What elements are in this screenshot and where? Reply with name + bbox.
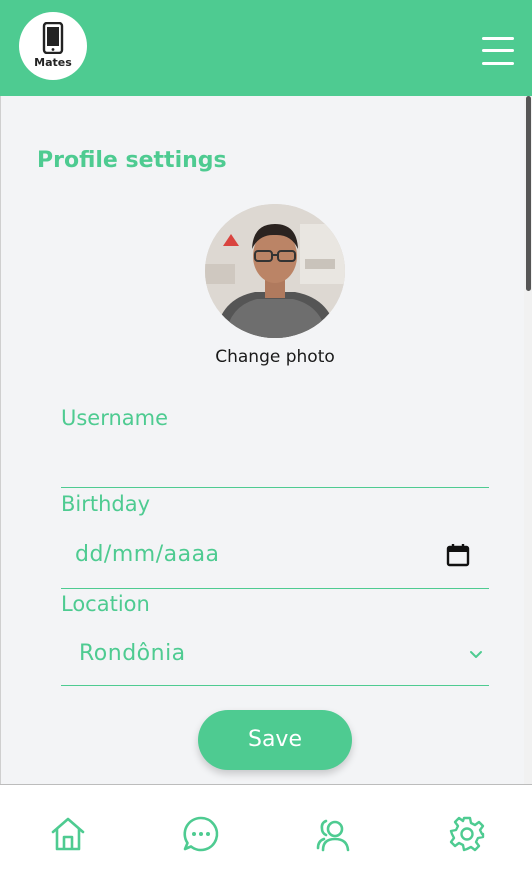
nav-home-button[interactable] <box>49 815 87 853</box>
main-content <box>0 96 532 784</box>
users-icon <box>316 819 350 852</box>
bottom-nav <box>0 784 532 879</box>
change-photo-link[interactable]: Change photo <box>200 347 350 367</box>
chevron-down-icon <box>470 651 482 658</box>
save-button[interactable]: Save <box>198 710 352 770</box>
logo-text: Mates <box>34 56 72 69</box>
birthday-placeholder: dd/mm/aaaa <box>75 542 220 567</box>
chat-icon <box>183 816 219 852</box>
app-header: Mates <box>0 0 532 96</box>
birthday-label: Birthday <box>61 492 151 516</box>
profile-photo <box>205 204 345 338</box>
nav-messages-button[interactable] <box>182 815 220 853</box>
avatar[interactable] <box>205 204 345 338</box>
nav-settings-button[interactable] <box>448 815 486 853</box>
phone-icon <box>42 22 64 54</box>
scrollbar-thumb[interactable] <box>526 96 531 291</box>
username-input[interactable] <box>61 443 489 487</box>
home-icon <box>51 817 85 851</box>
nav-friends-button[interactable] <box>315 815 353 853</box>
username-underline <box>61 487 489 488</box>
location-select[interactable]: Rondônia <box>61 633 489 677</box>
location-underline <box>61 685 489 686</box>
calendar-icon[interactable] <box>446 543 470 567</box>
birthday-underline <box>61 588 489 589</box>
birthday-input[interactable]: dd/mm/aaaa <box>61 534 489 578</box>
location-label: Location <box>61 592 150 616</box>
hamburger-menu-button[interactable] <box>480 35 516 69</box>
page-title: Profile settings <box>37 148 227 173</box>
app-logo[interactable]: Mates <box>19 12 87 80</box>
hamburger-icon <box>482 37 514 40</box>
location-selected-value: Rondônia <box>79 641 186 666</box>
username-label: Username <box>61 406 169 430</box>
gear-icon <box>449 816 485 852</box>
scrollbar[interactable] <box>524 96 532 784</box>
